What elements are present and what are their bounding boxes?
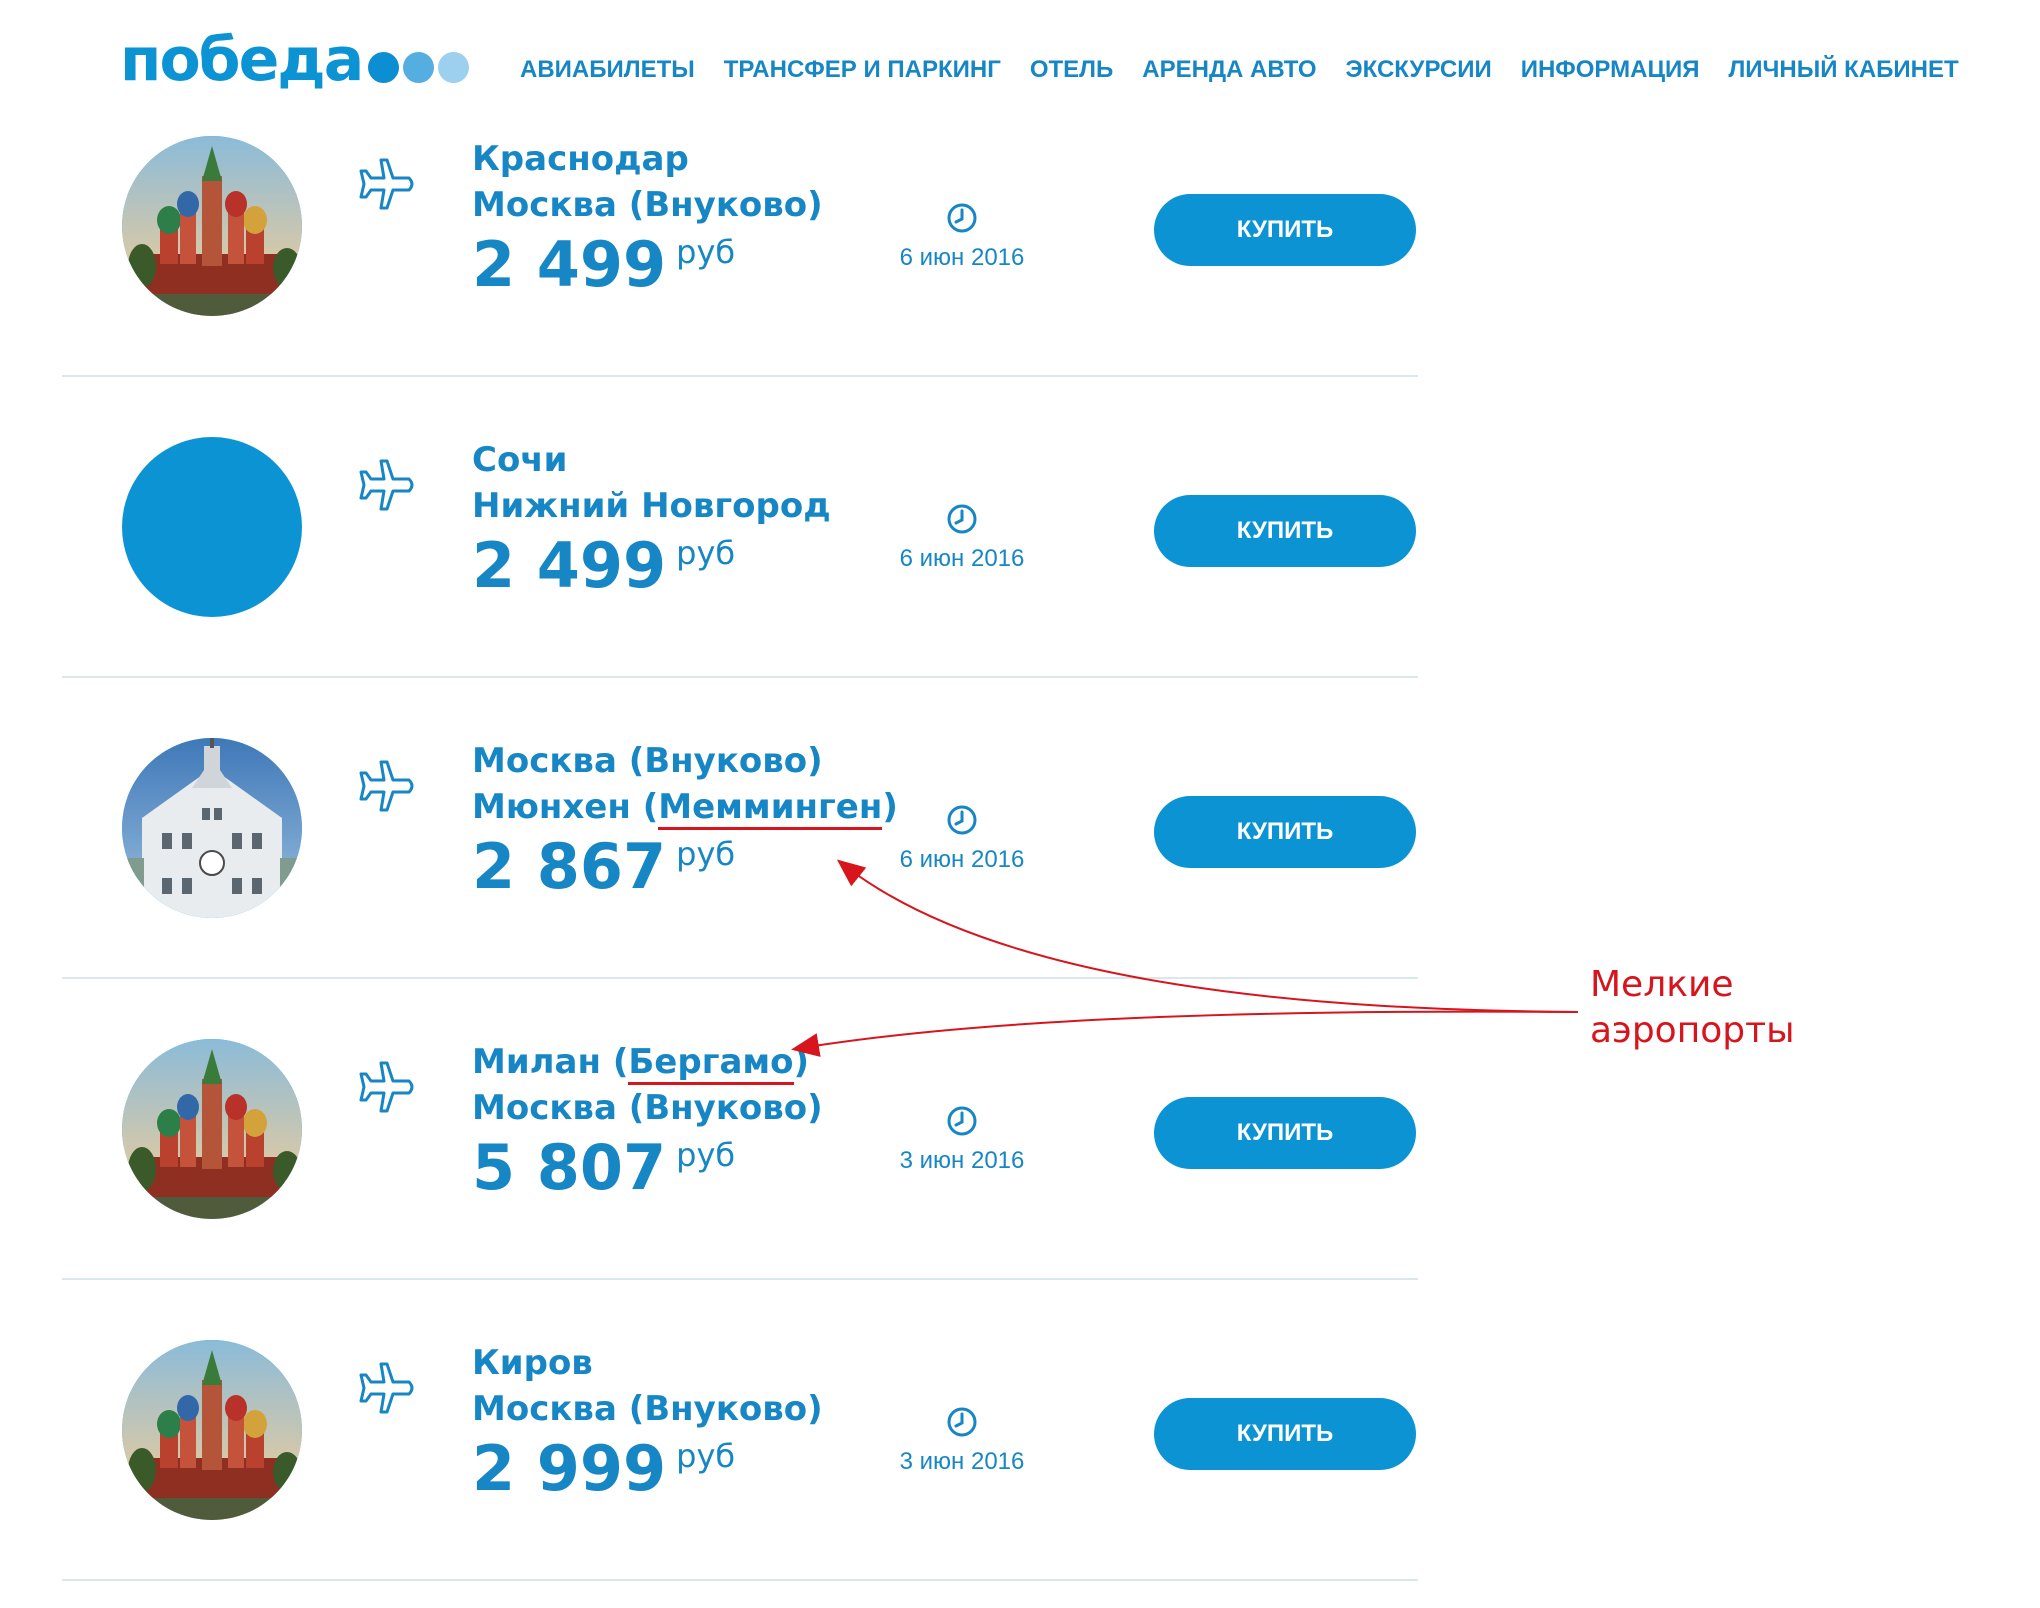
highlighted-airport: Бергамо (628, 1042, 794, 1085)
price-value: 2 499 (472, 228, 667, 301)
date-text: 3 июн 2016 (899, 1448, 1025, 1475)
route-destination: Москва (Внуково) (472, 1088, 823, 1128)
pobeda-logo[interactable]: победа (120, 20, 470, 100)
date-text: 3 июн 2016 (899, 1147, 1025, 1174)
route: Киров Москва (Внуково) (472, 1340, 823, 1432)
route: Москва (Внуково) Мюнхен (Мемминген) (472, 738, 898, 830)
route-city: Мюнхен ( (472, 787, 659, 827)
flight-row: Милан (Бергамо) Москва (Внуково) 5 807 р… (62, 979, 1418, 1280)
annotation-line: Мелкие (1590, 964, 1734, 1005)
buy-button[interactable]: КУПИТЬ (1154, 1097, 1416, 1169)
price-currency: руб (676, 835, 736, 873)
route-destination: Нижний Новгород (472, 486, 831, 526)
airplane-icon (359, 1362, 414, 1414)
clock-icon (947, 805, 977, 835)
price: 2 499 руб (472, 232, 735, 298)
date-text: 6 июн 2016 (899, 545, 1025, 572)
route: Сочи Нижний Новгород (472, 437, 831, 529)
nav-item-information[interactable]: ИНФОРМАЦИЯ (1521, 50, 1700, 90)
flight-date: 3 июн 2016 (882, 1105, 1042, 1175)
nav-item-account[interactable]: ЛИЧНЫЙ КАБИНЕТ (1728, 50, 1958, 90)
flight-row: Москва (Внуково) Мюнхен (Мемминген) 2 86… (62, 678, 1418, 979)
flight-date: 6 июн 2016 (882, 202, 1042, 272)
airplane-icon (359, 760, 414, 812)
destination-image (122, 136, 302, 316)
date-text: 6 июн 2016 (899, 846, 1025, 873)
route-origin: Сочи (472, 440, 568, 480)
logo-dot (368, 51, 400, 83)
price-currency: руб (676, 1136, 736, 1174)
route-destination: Москва (Внуково) (472, 1389, 823, 1429)
highlighted-airport: Мемминген (658, 787, 883, 830)
clock-icon (947, 1106, 977, 1136)
price-currency: руб (676, 534, 736, 572)
destination-image (122, 1039, 302, 1219)
st-basils-cathedral-image (122, 1340, 302, 1520)
main-nav: АВИАБИЛЕТЫ ТРАНСФЕР И ПАРКИНГ ОТЕЛЬ АРЕН… (520, 50, 1988, 90)
price-value: 5 807 (472, 1131, 667, 1204)
nav-item-transfer-parking[interactable]: ТРАНСФЕР И ПАРКИНГ (724, 50, 1001, 90)
nav-item-tickets[interactable]: АВИАБИЛЕТЫ (520, 50, 695, 90)
logo-dot (403, 51, 435, 83)
annotation-line: аэропорты (1590, 1010, 1795, 1051)
flight-row: Краснодар Москва (Внуково) 2 499 руб 6 и… (62, 120, 1418, 377)
price-value: 2 999 (472, 1432, 667, 1505)
logo-dot (438, 51, 470, 83)
destination-image (122, 1340, 302, 1520)
route-city: Милан ( (472, 1042, 629, 1082)
page: победа АВИАБИЛЕТЫ ТРАНСФЕР И ПАРКИНГ ОТЕ… (0, 0, 2040, 1608)
airplane-icon (359, 158, 414, 210)
airplane-icon (359, 459, 414, 511)
st-basils-cathedral-image (122, 1039, 302, 1219)
st-basils-cathedral-image (122, 136, 302, 316)
price-value: 2 499 (472, 529, 667, 602)
flight-row: Сочи Нижний Новгород 2 499 руб 6 июн 201… (62, 377, 1418, 678)
nav-item-hotel[interactable]: ОТЕЛЬ (1030, 50, 1113, 90)
buy-button[interactable]: КУПИТЬ (1154, 796, 1416, 868)
price-currency: руб (676, 1437, 736, 1475)
flight-date: 6 июн 2016 (882, 503, 1042, 573)
route-destination: Мюнхен (Мемминген) (472, 784, 898, 830)
destination-image-placeholder (122, 437, 302, 617)
airplane-icon (359, 1061, 414, 1113)
price: 2 867 руб (472, 834, 735, 900)
flight-date: 6 июн 2016 (882, 804, 1042, 874)
flight-row: Киров Москва (Внуково) 2 999 руб 3 июн 2… (62, 1280, 1418, 1581)
buy-button[interactable]: КУПИТЬ (1154, 194, 1416, 266)
price-currency: руб (676, 233, 736, 271)
memmingen-building-image (122, 738, 302, 918)
header: победа АВИАБИЛЕТЫ ТРАНСФЕР И ПАРКИНГ ОТЕ… (0, 0, 2040, 120)
buy-button[interactable]: КУПИТЬ (1154, 495, 1416, 567)
clock-icon (947, 203, 977, 233)
date-text: 6 июн 2016 (899, 244, 1025, 271)
price: 5 807 руб (472, 1135, 735, 1201)
price: 2 999 руб (472, 1436, 735, 1502)
logo-wordmark: победа (120, 25, 364, 95)
flight-date: 3 июн 2016 (882, 1406, 1042, 1476)
price-value: 2 867 (472, 830, 667, 903)
buy-button[interactable]: КУПИТЬ (1154, 1398, 1416, 1470)
price: 2 499 руб (472, 533, 735, 599)
route: Милан (Бергамо) Москва (Внуково) (472, 1039, 823, 1131)
nav-item-excursions[interactable]: ЭКСКУРСИИ (1346, 50, 1492, 90)
route-origin: Москва (Внуково) (472, 741, 823, 781)
nav-item-car-rental[interactable]: АРЕНДА АВТО (1142, 50, 1316, 90)
destination-image (122, 738, 302, 918)
route: Краснодар Москва (Внуково) (472, 136, 823, 228)
flight-list: Краснодар Москва (Внуково) 2 499 руб 6 и… (62, 120, 1418, 1581)
route-origin: Краснодар (472, 139, 689, 179)
route-paren: ) (793, 1042, 810, 1082)
route-origin: Киров (472, 1343, 593, 1383)
route-destination: Москва (Внуково) (472, 185, 823, 225)
clock-icon (947, 1407, 977, 1437)
route-origin: Милан (Бергамо) (472, 1039, 823, 1085)
annotation-note: Мелкие аэропорты (1590, 962, 1795, 1054)
clock-icon (947, 504, 977, 534)
